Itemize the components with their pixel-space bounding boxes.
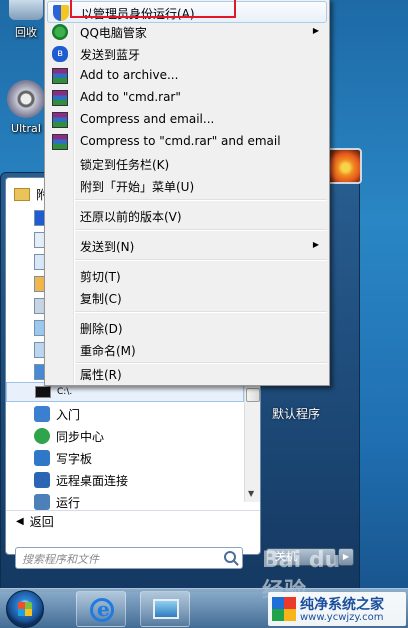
taskbar-explorer-button[interactable] (140, 591, 190, 627)
default-programs-link[interactable]: 默认程序 (272, 405, 320, 422)
command-prompt-icon (35, 386, 51, 398)
menu-separator (75, 229, 327, 231)
run-icon (34, 494, 50, 510)
menu-item-restore-versions[interactable]: 还原以前的版本(V) (47, 205, 327, 227)
back-button[interactable]: ◀ 返回 (6, 510, 260, 532)
winrar-icon (52, 112, 68, 128)
program-item-remote-desktop[interactable]: 远程桌面连接 (6, 470, 244, 490)
menu-item-label: 删除(D) (80, 322, 123, 336)
wordpad-icon (34, 450, 50, 466)
ultraiso-desktop-icon[interactable]: UltraI (2, 80, 50, 135)
menu-item-label: Add to archive... (80, 68, 179, 82)
recycle-bin-label: 回收 (15, 26, 37, 39)
menu-item-label: 属性(R) (80, 368, 122, 382)
shield-icon (53, 5, 69, 21)
sync-center-icon (34, 428, 50, 444)
menu-item-compress-cmd-email[interactable]: Compress to "cmd.rar" and email (47, 131, 327, 153)
menu-item-label: 还原以前的版本(V) (80, 210, 182, 224)
bluetooth-icon: ʙ (52, 46, 68, 62)
search-programs-input[interactable]: 搜索程序和文件 (15, 547, 243, 569)
menu-item-label: Compress to "cmd.rar" and email (80, 134, 281, 148)
baidu-watermark: Bai du 经验 (262, 548, 341, 604)
getting-started-icon (34, 406, 50, 422)
menu-item-properties[interactable]: 属性(R) (47, 363, 327, 385)
folder-icon (14, 187, 30, 201)
menu-item-send-bluetooth[interactable]: ʙ 发送到蓝牙 (47, 43, 327, 65)
menu-item-send-to[interactable]: 发送到(N) ▶ (47, 235, 327, 257)
scroll-down-arrow-icon[interactable]: ▼ (248, 489, 254, 498)
taskbar-ie-button[interactable] (76, 591, 126, 627)
menu-item-label: 锁定到任务栏(K) (80, 158, 170, 172)
back-arrow-icon: ◀ (16, 516, 24, 527)
menu-item-label: 附到「开始」菜单(U) (80, 180, 195, 194)
program-item-wordpad[interactable]: 写字板 (6, 448, 244, 468)
recycle-bin-desktop-icon[interactable]: 回收 (2, 0, 50, 40)
menu-item-label: 发送到(N) (80, 240, 135, 254)
submenu-arrow-icon: ▶ (312, 240, 319, 249)
search-icon[interactable] (224, 551, 236, 563)
menu-separator (75, 259, 327, 261)
scrollbar-thumb[interactable] (246, 388, 260, 402)
menu-item-label: 剪切(T) (80, 270, 121, 284)
menu-separator (75, 311, 327, 313)
menu-separator (75, 199, 327, 201)
winrar-icon (52, 68, 68, 84)
program-label: 同步中心 (56, 429, 105, 444)
annotation-highlight-box (70, 0, 236, 18)
user-avatar[interactable] (326, 148, 362, 184)
program-item-sync-center[interactable]: 同步中心 (6, 426, 244, 446)
program-item-run[interactable]: 运行 (6, 492, 244, 512)
back-label: 返回 (29, 515, 54, 529)
menu-item-pin-taskbar[interactable]: 锁定到任务栏(K) (47, 153, 327, 175)
menu-item-add-to-archive[interactable]: Add to archive... (47, 65, 327, 87)
menu-item-cut[interactable]: 剪切(T) (47, 265, 327, 287)
program-label: 远程桌面连接 (56, 473, 129, 488)
recycle-bin-icon (9, 0, 43, 20)
site-brand-watermark: 纯净系统之家 www.ycwjzy.com (268, 592, 406, 626)
menu-item-label: 发送到蓝牙 (80, 48, 141, 62)
menu-item-label: 重命名(M) (80, 344, 136, 358)
program-label: 入门 (56, 407, 81, 422)
menu-item-rename[interactable]: 重命名(M) (47, 339, 327, 361)
menu-item-label: 复制(C) (80, 292, 122, 306)
cmd-label: C:\. (57, 387, 73, 397)
search-placeholder: 搜索程序和文件 (22, 553, 99, 566)
menu-item-qq-pc-manager[interactable]: QQ电脑管家 ▶ (47, 21, 327, 43)
program-label: 写字板 (56, 451, 93, 466)
start-button[interactable] (6, 590, 44, 628)
context-menu: 以管理员身份运行(A) QQ电脑管家 ▶ ʙ 发送到蓝牙 Add to arch… (44, 0, 330, 386)
program-label: 运行 (56, 495, 81, 510)
menu-item-add-to-cmd-rar[interactable]: Add to "cmd.rar" (47, 87, 327, 109)
winrar-icon (52, 134, 68, 150)
disc-icon (7, 80, 45, 118)
menu-item-label: Compress and email... (80, 112, 215, 126)
menu-item-pin-start-menu[interactable]: 附到「开始」菜单(U) (47, 175, 327, 197)
image-viewer-icon (153, 599, 179, 619)
internet-explorer-icon (90, 597, 114, 622)
brand-title: 纯净系统之家 (300, 597, 384, 613)
menu-item-delete[interactable]: 删除(D) (47, 317, 327, 339)
brand-url: www.ycwjzy.com (300, 612, 384, 623)
qq-pc-manager-icon (52, 24, 68, 40)
windows-logo-icon (272, 597, 296, 621)
program-item-getting-started[interactable]: 入门 (6, 404, 244, 424)
winrar-icon (52, 90, 68, 106)
windows-logo-icon (18, 602, 32, 616)
ultraiso-label: UltraI (11, 122, 41, 135)
submenu-arrow-icon: ▶ (312, 26, 319, 35)
menu-item-copy[interactable]: 复制(C) (47, 287, 327, 309)
remote-desktop-icon (34, 472, 50, 488)
menu-item-label: QQ电脑管家 (80, 26, 147, 40)
menu-item-label: Add to "cmd.rar" (80, 90, 181, 104)
menu-item-compress-email[interactable]: Compress and email... (47, 109, 327, 131)
